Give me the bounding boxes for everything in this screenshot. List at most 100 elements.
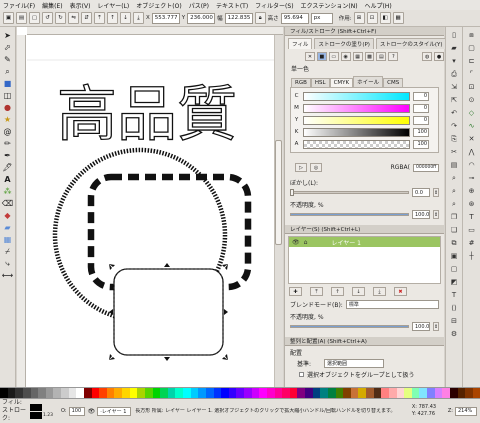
snap-guide-icon[interactable]: ┼ — [466, 250, 478, 262]
unlock-icon[interactable]: ⌂ — [304, 239, 308, 246]
preferences-icon[interactable]: ⚙ — [448, 328, 460, 340]
rotate-cw-icon[interactable]: ↻ — [55, 12, 66, 24]
palette-swatch[interactable] — [259, 388, 267, 398]
zoom-selection-icon[interactable]: ⌕ — [448, 172, 460, 184]
zoom-drawing-icon[interactable]: ⌕ — [448, 185, 460, 197]
opacity-field[interactable]: 100 — [68, 406, 85, 416]
raise-icon[interactable]: ↑ — [107, 12, 118, 24]
copy-icon[interactable]: ⎘ — [448, 133, 460, 145]
menu-view[interactable]: 表示(V) — [70, 1, 91, 10]
black-slider[interactable] — [303, 127, 410, 137]
palette-swatch[interactable] — [274, 388, 283, 398]
pen-tool-icon[interactable]: ✒ — [2, 150, 14, 161]
palette-swatch[interactable] — [38, 388, 46, 398]
mesh-gradient-icon[interactable]: ▦ — [352, 52, 363, 61]
menu-help[interactable]: ヘルプ(H) — [365, 1, 392, 10]
tab-fill[interactable]: フィル — [288, 38, 313, 49]
select-all-layers-icon[interactable]: ▤ — [16, 12, 27, 24]
fill-stroke-panel-title[interactable]: フィル/ストローク (Shift+Ctrl+F) — [285, 27, 444, 36]
palette-swatch[interactable] — [22, 388, 31, 398]
fill-opacity-field[interactable]: 100.0 — [412, 210, 430, 219]
menu-edit[interactable]: 編集(E) — [42, 1, 62, 10]
palette-swatch[interactable] — [213, 388, 222, 398]
menu-path[interactable]: パス(P) — [189, 1, 209, 10]
duplicate-icon[interactable]: ❐ — [448, 211, 460, 223]
paste-icon[interactable]: ▤ — [448, 159, 460, 171]
palette-swatch[interactable] — [434, 388, 443, 398]
palette-swatch[interactable] — [190, 388, 199, 398]
layer-row[interactable]: 👁︎ ⌂ レイヤー 1 — [289, 237, 440, 247]
height-field[interactable]: 95.694 — [280, 12, 309, 24]
palette-swatch[interactable] — [114, 388, 122, 398]
save-icon[interactable]: ▾ — [448, 55, 460, 67]
palette-swatch[interactable] — [366, 388, 374, 398]
width-field[interactable]: 122.835 — [224, 12, 253, 24]
cyan-value[interactable]: 0 — [413, 91, 429, 101]
text-font-dialog-icon[interactable]: T — [448, 289, 460, 301]
radial-gradient-icon[interactable]: ◉ — [340, 52, 351, 61]
blur-field[interactable]: 0.0 — [412, 188, 430, 197]
lower-to-bottom-icon[interactable]: ⤓ — [133, 12, 144, 24]
rgba-field[interactable]: 000000ff — [413, 163, 439, 172]
palette-swatch[interactable] — [0, 388, 8, 398]
cut-icon[interactable]: ✂ — [448, 146, 460, 158]
add-layer-icon[interactable]: ✚ — [289, 287, 302, 296]
print-icon[interactable]: ⎙ — [448, 68, 460, 80]
magenta-slider[interactable] — [303, 103, 410, 113]
blur-spinner[interactable]: ⇕ — [433, 188, 439, 197]
palette-swatch[interactable] — [30, 388, 39, 398]
x-field[interactable]: 553.777 — [151, 12, 180, 24]
lower-icon[interactable]: ↓ — [120, 12, 131, 24]
selector-tool-icon[interactable]: ➤ — [2, 30, 14, 41]
stroke-swatch[interactable] — [30, 411, 42, 419]
layer-to-bottom-icon[interactable]: ⤓ — [373, 287, 386, 296]
palette-swatch[interactable] — [289, 388, 298, 398]
palette-swatch[interactable] — [175, 388, 183, 398]
move-pattern-icon[interactable]: ▦ — [392, 12, 404, 24]
snap-cusp-icon[interactable]: ⋀ — [466, 146, 478, 158]
palette-swatch[interactable] — [427, 388, 435, 398]
palette-swatch[interactable] — [106, 388, 115, 398]
menu-file[interactable]: ファイル(F) — [3, 1, 35, 10]
eye-icon[interactable]: 👁︎ — [292, 239, 300, 246]
palette-swatch[interactable] — [68, 388, 77, 398]
undo-icon[interactable]: ↶ — [448, 107, 460, 119]
palette-swatch[interactable] — [83, 388, 92, 398]
menu-layer[interactable]: レイヤー(L) — [97, 1, 129, 10]
layer-visible-icon[interactable]: 👁︎ — [88, 408, 96, 415]
star-tool-icon[interactable]: ★ — [2, 114, 14, 125]
tab-rgb[interactable]: RGB — [291, 78, 311, 87]
color-palette[interactable] — [0, 387, 480, 399]
snap-midpoint-icon[interactable]: ⊸ — [466, 172, 478, 184]
cyan-slider[interactable] — [303, 91, 410, 101]
palette-swatch[interactable] — [358, 388, 366, 398]
y-field[interactable]: 236.000 — [187, 12, 216, 24]
ungroup-icon[interactable]: ▢ — [448, 263, 460, 275]
palette-swatch[interactable] — [305, 388, 313, 398]
fill-stroke-dialog-icon[interactable]: ◩ — [448, 276, 460, 288]
out-of-gamut-icon[interactable]: ◎ — [310, 163, 322, 172]
mesh-tool-icon[interactable]: ▦ — [2, 234, 14, 245]
palette-swatch[interactable] — [343, 388, 351, 398]
connector-tool-icon[interactable]: ⤷ — [2, 258, 14, 269]
dropper-tool-icon[interactable]: ⌿ — [2, 246, 14, 257]
snap-smooth-icon[interactable]: ◠ — [466, 159, 478, 171]
fill-opacity-spinner[interactable]: ⇕ — [433, 210, 439, 219]
snap-bbox-icon[interactable]: ▢ — [466, 42, 478, 54]
palette-swatch[interactable] — [449, 388, 458, 398]
calligraphy-tool-icon[interactable]: 🖋︎ — [2, 162, 14, 173]
node-tool-icon[interactable]: ⬀ — [2, 42, 14, 53]
fill-rule-nonzero-icon[interactable]: ● — [434, 52, 445, 61]
palette-swatch[interactable] — [91, 388, 100, 398]
ellipse-tool-icon[interactable]: ● — [2, 102, 14, 113]
layer-opacity-slider[interactable] — [290, 325, 409, 328]
black-value[interactable]: 100 — [413, 127, 429, 137]
palette-swatch[interactable] — [373, 388, 382, 398]
flip-vertical-icon[interactable]: ⇵ — [81, 12, 92, 24]
snap-center-icon[interactable]: ⊕ — [466, 185, 478, 197]
palette-swatch[interactable] — [396, 388, 405, 398]
alpha-slider[interactable] — [303, 139, 410, 149]
fill-swatch[interactable] — [30, 403, 42, 411]
palette-swatch[interactable] — [411, 388, 420, 398]
flat-color-icon[interactable]: ■ — [316, 52, 327, 61]
